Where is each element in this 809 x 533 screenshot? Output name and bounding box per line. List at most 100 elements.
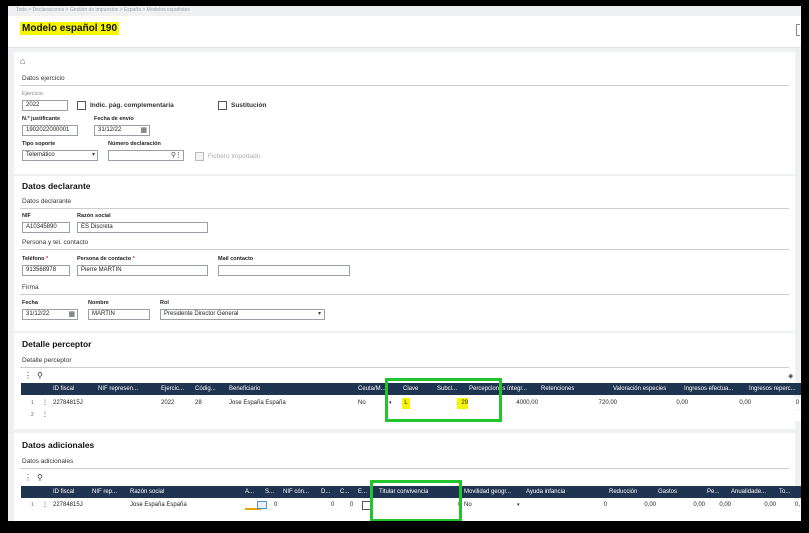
column-header[interactable]: Ayuda infancia: [526, 486, 565, 498]
breadcrumb-item[interactable]: Declaraciones: [33, 7, 65, 13]
cell-anualidades[interactable]: 0,00: [756, 500, 776, 511]
subsection-label: Firma: [22, 284, 39, 291]
cell-ceuta[interactable]: No: [358, 398, 366, 409]
telefono-input[interactable]: 913568978: [22, 265, 70, 276]
grid-menu-icon[interactable]: ⋮: [24, 473, 32, 482]
calendar-icon[interactable]: ▦: [68, 310, 75, 319]
razon-social-input[interactable]: ES Discreta: [77, 222, 208, 233]
row-menu-icon[interactable]: ⋮: [42, 500, 48, 511]
divider: [20, 249, 789, 250]
column-header[interactable]: Ingresos reperc...: [749, 383, 801, 395]
justificante-input[interactable]: 1902022000001: [22, 125, 78, 136]
grid-search-icon[interactable]: ⚲: [37, 473, 43, 482]
nif-label: NIF: [22, 213, 31, 219]
kebab-icon[interactable]: ⋮: [175, 151, 182, 160]
cell-codigo[interactable]: 28: [195, 398, 202, 409]
column-header[interactable]: Movilidad geogr...: [464, 486, 524, 498]
row-menu-icon[interactable]: ⋮: [42, 398, 48, 409]
cell-d[interactable]: 0: [331, 500, 334, 511]
divider: [20, 294, 789, 295]
annotation-box: [370, 480, 462, 521]
column-header[interactable]: NIF represen...: [98, 383, 156, 395]
cell-ayuda-infancia[interactable]: 0: [599, 500, 607, 511]
grid-stack-icon[interactable]: ◈: [788, 372, 793, 380]
cell-reduccion[interactable]: 0,00: [636, 500, 656, 511]
cell-gastos[interactable]: 0,00: [685, 500, 705, 511]
cell-pe[interactable]: 0,00: [711, 500, 731, 511]
annotation-box: [385, 378, 502, 422]
cell-ejercicio[interactable]: 2022: [161, 398, 174, 409]
rol-select[interactable]: Presidente Director General ▾: [160, 309, 325, 320]
nombre-input[interactable]: MARTIN: [88, 309, 150, 320]
fecha-envio-input[interactable]: 31/12/22 ▦: [94, 125, 150, 136]
divider: [20, 85, 789, 86]
mail-contacto-label: Mail contacto: [218, 256, 254, 262]
cell-id-fiscal[interactable]: 22784815J: [53, 500, 83, 511]
cell-movilidad[interactable]: No: [464, 500, 472, 511]
cell-razon-social[interactable]: Jose España España: [130, 500, 187, 511]
nif-input[interactable]: A10345890: [22, 222, 70, 233]
cell-beneficiario[interactable]: Jose España España: [229, 398, 286, 409]
persona-contacto-input[interactable]: Pierre MARTIN: [77, 265, 208, 276]
justificante-label: N.º justificante: [22, 116, 61, 122]
column-header[interactable]: To...: [779, 486, 797, 498]
breadcrumb-item[interactable]: Gestión de impuestos: [70, 7, 118, 13]
home-icon[interactable]: ⌂: [20, 56, 25, 66]
sustitucion-label: Sustitución: [231, 102, 267, 109]
row-menu-icon[interactable]: ⋮: [42, 410, 48, 421]
chevron-down-icon: ▾: [317, 311, 321, 317]
column-header[interactable]: Valoración especies: [613, 383, 666, 395]
divider: [20, 367, 789, 368]
cell-valoracion[interactable]: 0,00: [646, 398, 688, 409]
cell-percepciones[interactable]: 4000,00: [501, 398, 538, 409]
column-header[interactable]: Gastos: [658, 486, 677, 498]
numero-declaracion-input[interactable]: ⚲ ⋮: [108, 150, 184, 161]
row-number: 2: [31, 412, 34, 418]
column-header[interactable]: D...: [321, 486, 335, 498]
column-header[interactable]: NIF cón...: [283, 486, 318, 498]
column-header[interactable]: ID fiscal: [53, 486, 74, 498]
breadcrumb-item[interactable]: Modelos españoles: [147, 7, 190, 13]
column-header[interactable]: Beneficiario: [229, 383, 260, 395]
column-header[interactable]: Razón social: [130, 486, 164, 498]
grid-menu-icon[interactable]: ⋮: [24, 371, 32, 380]
cell-ingresos-repercutidos[interactable]: 0: [791, 398, 799, 409]
column-header[interactable]: Reducción: [609, 486, 637, 498]
column-header[interactable]: Ingresos efectua...: [684, 383, 746, 395]
nombre-label: Nombre: [88, 300, 109, 306]
column-header[interactable]: Retenciones: [541, 383, 574, 395]
section-title: Datos declarante: [22, 181, 91, 191]
fichero-importado-label: Fichero importado: [208, 153, 261, 160]
tipo-soporte-select[interactable]: Telemático ▾: [22, 150, 98, 161]
column-header[interactable]: Anualidade...: [731, 486, 775, 498]
sustitucion-checkbox[interactable]: [218, 101, 227, 110]
column-header[interactable]: A...: [245, 486, 262, 498]
cell-to[interactable]: 0,: [786, 500, 800, 511]
chevron-down-icon[interactable]: ▾: [517, 500, 520, 511]
breadcrumb-item[interactable]: Todo: [16, 7, 27, 13]
cell-id-fiscal[interactable]: 22784815J: [53, 398, 83, 409]
column-header[interactable]: NIF rep...: [92, 486, 124, 498]
column-header[interactable]: Pe...: [707, 486, 723, 498]
cell-retenciones[interactable]: 720,00: [577, 398, 617, 409]
subsection-label: Datos adicionales: [22, 458, 74, 465]
column-header[interactable]: Códig...: [195, 383, 221, 395]
fecha-envio-label: Fecha de envío: [94, 116, 134, 122]
cell-s[interactable]: 0: [274, 500, 277, 511]
calendar-icon[interactable]: ▦: [140, 126, 147, 135]
column-header[interactable]: C...: [340, 486, 353, 498]
mail-contacto-input[interactable]: [218, 265, 350, 276]
fecha-input[interactable]: 31/12/22 ▦: [22, 309, 78, 320]
cell-ingresos-efectuados[interactable]: 0,00: [711, 398, 751, 409]
divider: [20, 468, 789, 469]
column-header[interactable]: ID fiscal: [53, 383, 74, 395]
column-header[interactable]: E...: [358, 486, 370, 498]
cell-s-checkbox[interactable]: [257, 501, 267, 509]
indic-complementaria-checkbox[interactable]: [77, 101, 86, 110]
column-header[interactable]: S...: [265, 486, 279, 498]
ejercicio-input[interactable]: 2022: [22, 100, 68, 111]
grid-search-icon[interactable]: ⚲: [37, 371, 43, 380]
breadcrumb-item[interactable]: España: [124, 7, 141, 13]
cell-c[interactable]: 0: [350, 500, 353, 511]
column-header[interactable]: Ejercic...: [161, 383, 189, 395]
